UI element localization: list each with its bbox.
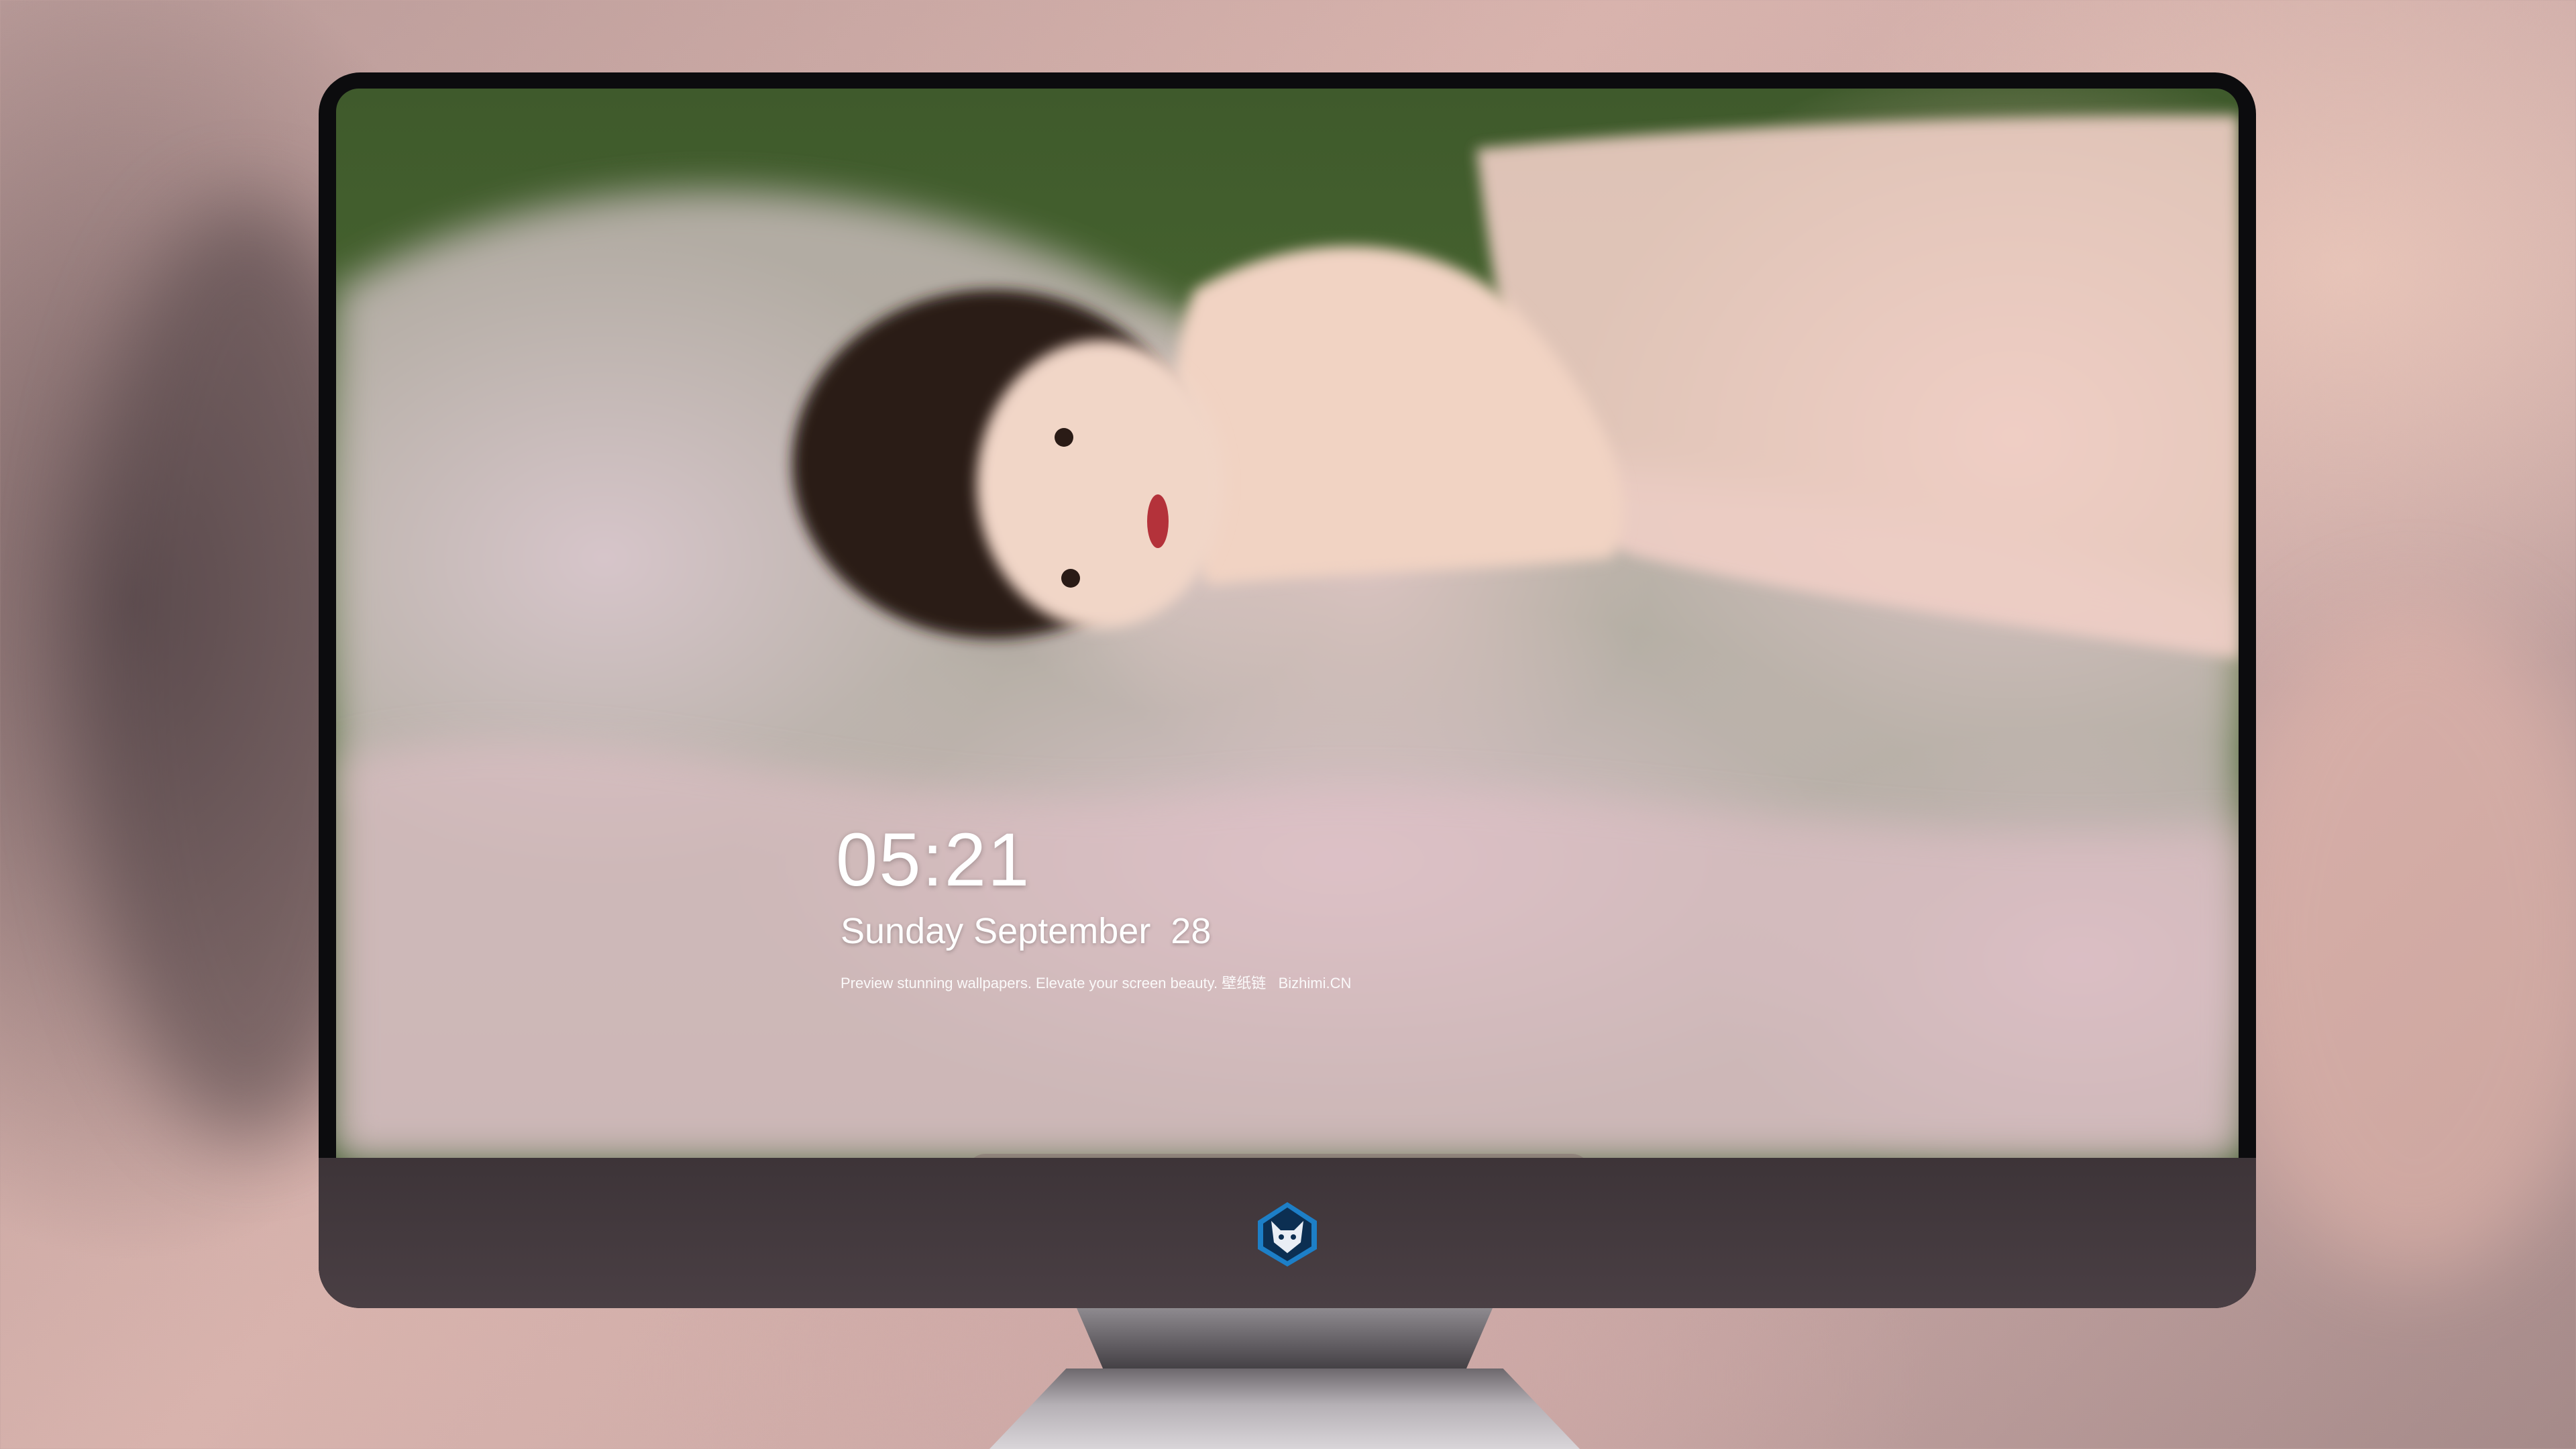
lock-screen-tagline: Preview stunning wallpapers. Elevate you… [841,975,1352,991]
monitor-stand-neck [1077,1308,1493,1375]
wallpaper-image [336,115,2239,1158]
monitor-stand-base [989,1368,1580,1449]
bg-blur-pink [2214,604,2576,1275]
imac-monitor: 05:21 Sunday September 28 Preview stunni… [319,72,2256,1308]
lock-screen-date: Sunday September 28 [841,911,1212,951]
wallpaper-screen: 05:21 Sunday September 28 Preview stunni… [336,89,2239,1158]
wolf-logo-icon [1254,1201,1321,1268]
lock-screen-time: 05:21 [836,818,1031,902]
